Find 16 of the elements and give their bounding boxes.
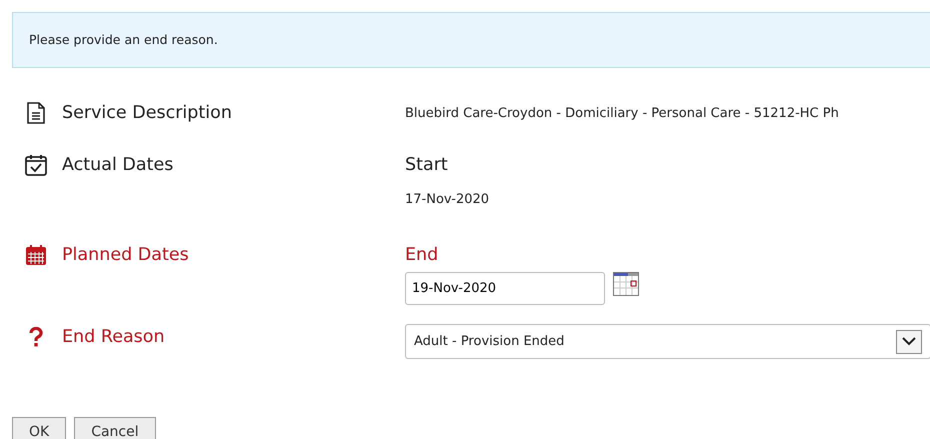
field-label: Actual Dates (62, 154, 174, 177)
date-picker-icon[interactable] (613, 272, 639, 296)
date-field[interactable]: 19-Nov-2020 (405, 272, 605, 306)
reason-dropdown[interactable]: Adult - Provision Ended (405, 324, 930, 359)
field-label: Planned Dates (62, 244, 189, 267)
date-value: 17-Nov-2020 (405, 191, 490, 210)
calendar-check-icon (22, 154, 50, 176)
date-heading: End (405, 244, 438, 267)
field-value: Bluebird Care-Croydon - Domiciliary - Personal Care - 51212-HC Ph (405, 106, 839, 121)
ok-button[interactable]: OK (12, 417, 66, 439)
field-label: Service Description (62, 102, 232, 125)
alert-message: Please provide an end reason. (12, 12, 930, 68)
cancel-button[interactable]: Cancel (74, 417, 156, 439)
date-heading: Start (405, 154, 448, 177)
caret-icon (896, 330, 922, 354)
field-label: End Reason (62, 326, 165, 349)
